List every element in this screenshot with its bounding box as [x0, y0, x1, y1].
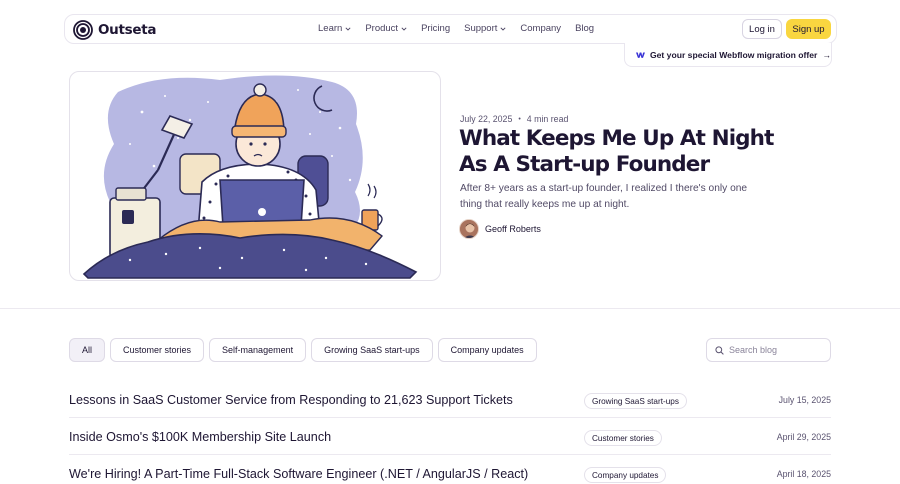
search-icon: [715, 345, 724, 355]
featured-post-excerpt: After 8+ years as a start-up founder, I …: [460, 183, 748, 210]
post-row[interactable]: Lessons in SaaS Customer Service from Re…: [69, 381, 831, 418]
post-row[interactable]: Inside Osmo's $100K Membership Site Laun…: [69, 418, 831, 455]
nav-label: Company: [520, 23, 562, 34]
filter-all[interactable]: All: [69, 338, 106, 362]
arrow-right-icon: →: [822, 49, 831, 60]
post-title[interactable]: Lessons in SaaS Customer Service from Re…: [69, 393, 513, 407]
nav-label: Support: [464, 23, 498, 34]
post-author[interactable]: Geoff Roberts: [459, 219, 541, 239]
featured-post-title[interactable]: What Keeps Me Up At Night As A Start-up …: [459, 126, 799, 178]
post-meta: July 22, 2025 • 4 min read: [460, 114, 568, 124]
nav-pricing[interactable]: Pricing: [421, 23, 450, 34]
chevron-down-icon: [500, 26, 506, 31]
post-date: July 15, 2025: [778, 395, 831, 405]
main-nav: Learn Product Pricing Support Company Bl…: [318, 23, 608, 34]
person-icon: [460, 220, 478, 238]
nav-label: Blog: [575, 23, 595, 34]
post-category-badge[interactable]: Customer stories: [584, 430, 662, 446]
nav-learn[interactable]: Learn: [318, 23, 351, 34]
nav-label: Product: [365, 23, 399, 34]
chevron-down-icon: [401, 26, 407, 31]
filter-growing-saas-startups[interactable]: Growing SaaS start-ups: [311, 338, 433, 362]
nav-product[interactable]: Product: [365, 23, 407, 34]
post-category-badge[interactable]: Growing SaaS start-ups: [584, 393, 687, 409]
section-divider: [0, 308, 900, 309]
filter-customer-stories[interactable]: Customer stories: [110, 338, 205, 362]
webflow-icon: [636, 52, 645, 58]
blog-search[interactable]: [706, 338, 831, 362]
post-row[interactable]: We're Hiring! A Part-Time Full-Stack Sof…: [69, 455, 831, 484]
search-input[interactable]: [729, 345, 824, 355]
category-filters: All Customer stories Self-management Gro…: [69, 338, 537, 362]
meta-separator: •: [518, 115, 521, 123]
signup-button[interactable]: Sign up: [786, 19, 831, 39]
author-avatar: [459, 219, 479, 239]
logo[interactable]: Outseta: [73, 20, 157, 40]
post-date: July 22, 2025: [460, 114, 513, 124]
nav-company[interactable]: Company: [520, 23, 561, 34]
post-date: April 18, 2025: [776, 469, 831, 479]
post-date: April 29, 2025: [776, 432, 831, 442]
author-name: Geoff Roberts: [485, 224, 541, 234]
chevron-down-icon: [345, 26, 351, 31]
filter-company-updates[interactable]: Company updates: [437, 338, 537, 362]
outseta-logo-icon: [73, 20, 93, 40]
nav-blog[interactable]: Blog: [575, 23, 594, 34]
nav-label: Learn: [318, 23, 343, 34]
webflow-migration-banner[interactable]: Get your special Webflow migration offer…: [624, 43, 832, 67]
post-category-badge[interactable]: Company updates: [584, 467, 667, 483]
login-button[interactable]: Log in: [742, 19, 782, 39]
founder-in-bed-illustration: [82, 75, 418, 279]
read-time: 4 min read: [526, 114, 569, 124]
post-title[interactable]: We're Hiring! A Part-Time Full-Stack Sof…: [69, 467, 528, 481]
filter-self-management[interactable]: Self-management: [209, 338, 307, 362]
nav-support[interactable]: Support: [464, 23, 506, 34]
featured-post-image[interactable]: [69, 71, 441, 281]
brand-name: Outseta: [98, 22, 157, 38]
post-title[interactable]: Inside Osmo's $100K Membership Site Laun…: [69, 430, 331, 444]
promo-text: Get your special Webflow migration offer: [649, 49, 818, 60]
site-header: Outseta Learn Product Pricing Support Co…: [64, 14, 837, 44]
nav-label: Pricing: [421, 23, 451, 34]
